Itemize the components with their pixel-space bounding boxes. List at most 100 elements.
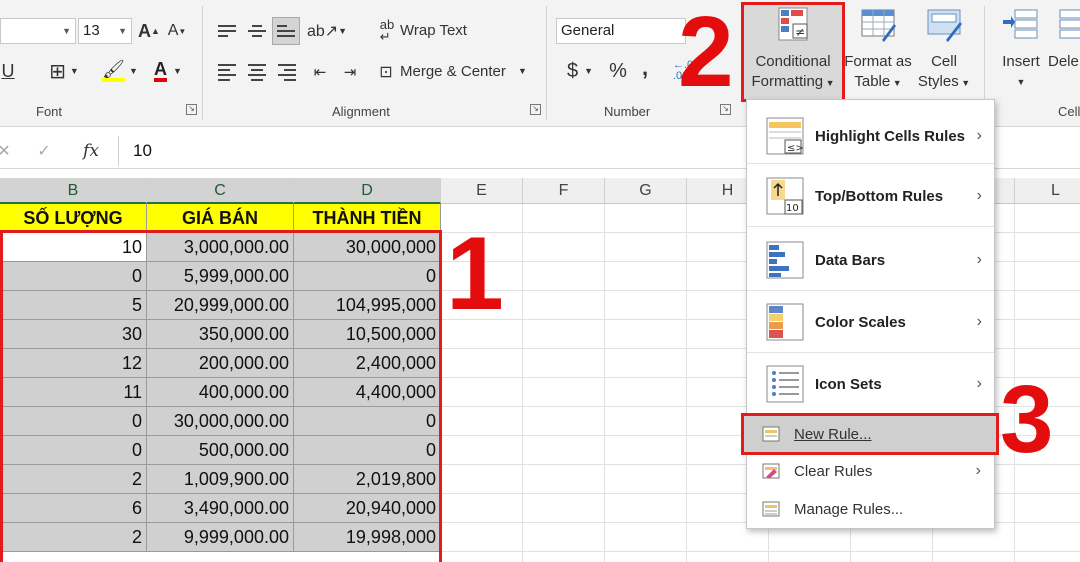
alignment-dialog-launcher-icon[interactable]: ↘: [530, 104, 541, 115]
menu-item-clear-rules[interactable]: Clear Rules ›: [746, 455, 993, 487]
column-header-b[interactable]: B: [0, 178, 147, 204]
table-cell[interactable]: 20,940,000: [294, 494, 441, 523]
table-cell[interactable]: 2: [0, 523, 147, 552]
new-rule-icon: [762, 426, 780, 442]
table-cell[interactable]: 200,000.00: [147, 349, 294, 378]
fill-color-icon[interactable]: 🖌 ▼: [100, 58, 140, 84]
font-name-combo[interactable]: ▼: [0, 18, 76, 44]
decrease-indent-icon[interactable]: ⇤: [308, 59, 332, 85]
align-middle-icon[interactable]: [244, 18, 270, 44]
highlight-cells-rules-icon: ≤>: [766, 117, 804, 155]
table-cell[interactable]: 30,000,000: [294, 233, 441, 262]
format-as-table-button[interactable]: Format as Table ▼: [842, 6, 914, 93]
table-cell[interactable]: 3,000,000.00: [147, 233, 294, 262]
align-bottom-icon[interactable]: [272, 17, 300, 45]
number-format-combo[interactable]: General: [556, 18, 686, 44]
table-cell[interactable]: 9,999,000.00: [147, 523, 294, 552]
conditional-formatting-icon: ≠: [778, 7, 808, 41]
callout-step-3: 3: [1000, 366, 1054, 473]
table-cell[interactable]: 10: [0, 233, 147, 262]
grow-font-button[interactable]: A ▲: [138, 18, 160, 44]
menu-item-icon-sets[interactable]: Icon Sets ›: [747, 358, 994, 410]
align-center-icon[interactable]: [244, 59, 270, 85]
merge-center-button[interactable]: Merge & Center: [400, 63, 506, 80]
comma-button[interactable]: ,: [636, 55, 654, 81]
table-cell[interactable]: 12: [0, 349, 147, 378]
table-cell[interactable]: 5: [0, 291, 147, 320]
table-cell[interactable]: 1,009,900.00: [147, 465, 294, 494]
cell-styles-icon: [927, 9, 962, 42]
borders-icon[interactable]: ⊞ ▼: [44, 58, 84, 84]
delete-cells-button[interactable]: Dele: [1048, 6, 1080, 72]
underline-button[interactable]: U: [0, 58, 16, 84]
table-cell[interactable]: 0: [294, 407, 441, 436]
menu-item-top-bottom-rules[interactable]: 10 Top/Bottom Rules ›: [747, 170, 994, 222]
svg-text:10: 10: [786, 203, 799, 214]
menu-item-highlight-cells-rules[interactable]: ≤> Highlight Cells Rules ›: [747, 110, 994, 162]
column-header-c[interactable]: C: [147, 178, 294, 204]
wrap-text-button[interactable]: Wrap Text: [400, 22, 467, 39]
increase-indent-icon[interactable]: ⇥: [338, 59, 362, 85]
column-header-l[interactable]: L: [1015, 178, 1080, 204]
table-cell[interactable]: 5,999,000.00: [147, 262, 294, 291]
align-top-icon[interactable]: [214, 18, 240, 44]
table-cell[interactable]: 30,000,000.00: [147, 407, 294, 436]
table-cell[interactable]: 0: [0, 407, 147, 436]
header-cell-thanh-tien[interactable]: THÀNH TIỀN: [294, 204, 441, 232]
chevron-right-icon: ›: [976, 251, 982, 268]
table-cell[interactable]: 104,995,000: [294, 291, 441, 320]
table-cell[interactable]: 20,999,000.00: [147, 291, 294, 320]
table-cell[interactable]: 400,000.00: [147, 378, 294, 407]
font-size-combo[interactable]: 13 ▼: [78, 18, 132, 44]
column-header-f[interactable]: F: [523, 178, 605, 204]
insert-cells-button[interactable]: Insert ▼: [996, 6, 1046, 92]
cell-styles-button[interactable]: Cell Styles ▼: [914, 6, 974, 93]
table-cell[interactable]: 10,500,000: [294, 320, 441, 349]
table-cell[interactable]: 19,998,000: [294, 523, 441, 552]
menu-item-new-rule[interactable]: New Rule...: [746, 418, 993, 450]
confirm-entry-icon[interactable]: ✓: [34, 138, 54, 164]
menu-item-manage-rules[interactable]: Manage Rules...: [746, 493, 993, 525]
shrink-font-button[interactable]: A ▼: [166, 18, 188, 44]
column-header-g[interactable]: G: [605, 178, 687, 204]
table-cell[interactable]: 350,000.00: [147, 320, 294, 349]
orientation-icon[interactable]: ab↗ ▼: [307, 18, 347, 44]
table-cell[interactable]: 0: [0, 262, 147, 291]
merge-dropdown-icon[interactable]: ▼: [518, 66, 527, 76]
table-cell[interactable]: 6: [0, 494, 147, 523]
conditional-formatting-button[interactable]: ≠ Conditional Formatting ▼: [744, 6, 842, 93]
currency-button[interactable]: $ ▼: [560, 58, 600, 84]
table-cell[interactable]: 30: [0, 320, 147, 349]
table-cell[interactable]: 2: [0, 465, 147, 494]
menu-item-data-bars[interactable]: Data Bars ›: [747, 234, 994, 286]
svg-text:≠: ≠: [795, 25, 805, 39]
table-cell[interactable]: 2,019,800: [294, 465, 441, 494]
clear-rules-icon: [762, 463, 780, 479]
table-cell[interactable]: 0: [294, 262, 441, 291]
chevron-right-icon: ›: [976, 313, 982, 330]
delete-cells-icon: [1059, 9, 1080, 39]
table-cell[interactable]: 3,490,000.00: [147, 494, 294, 523]
table-cell[interactable]: 500,000.00: [147, 436, 294, 465]
percent-button[interactable]: %: [606, 58, 630, 84]
column-header-e[interactable]: E: [441, 178, 523, 204]
align-right-icon[interactable]: [274, 59, 300, 85]
table-cell[interactable]: 0: [294, 436, 441, 465]
menu-item-color-scales[interactable]: Color Scales ›: [747, 296, 994, 348]
merge-center-icon[interactable]: ⊡: [374, 59, 398, 85]
table-cell[interactable]: 11: [0, 378, 147, 407]
data-bars-icon: [766, 241, 804, 279]
insert-function-icon[interactable]: fx: [78, 138, 104, 164]
cancel-entry-icon[interactable]: ✕: [0, 138, 12, 164]
align-left-icon[interactable]: [214, 59, 240, 85]
wrap-text-icon[interactable]: ab ↵: [376, 18, 398, 44]
cells-group-label: Cell: [1058, 104, 1080, 119]
table-cell[interactable]: 4,400,000: [294, 378, 441, 407]
header-cell-gia-ban[interactable]: GIÁ BÁN: [147, 204, 294, 232]
table-cell[interactable]: 2,400,000: [294, 349, 441, 378]
font-color-icon[interactable]: A ▼: [148, 58, 188, 84]
header-cell-so-luong[interactable]: SỐ LƯỢNG: [0, 204, 147, 232]
column-header-d[interactable]: D: [294, 178, 441, 204]
table-cell[interactable]: 0: [0, 436, 147, 465]
font-dialog-launcher-icon[interactable]: ↘: [186, 104, 197, 115]
